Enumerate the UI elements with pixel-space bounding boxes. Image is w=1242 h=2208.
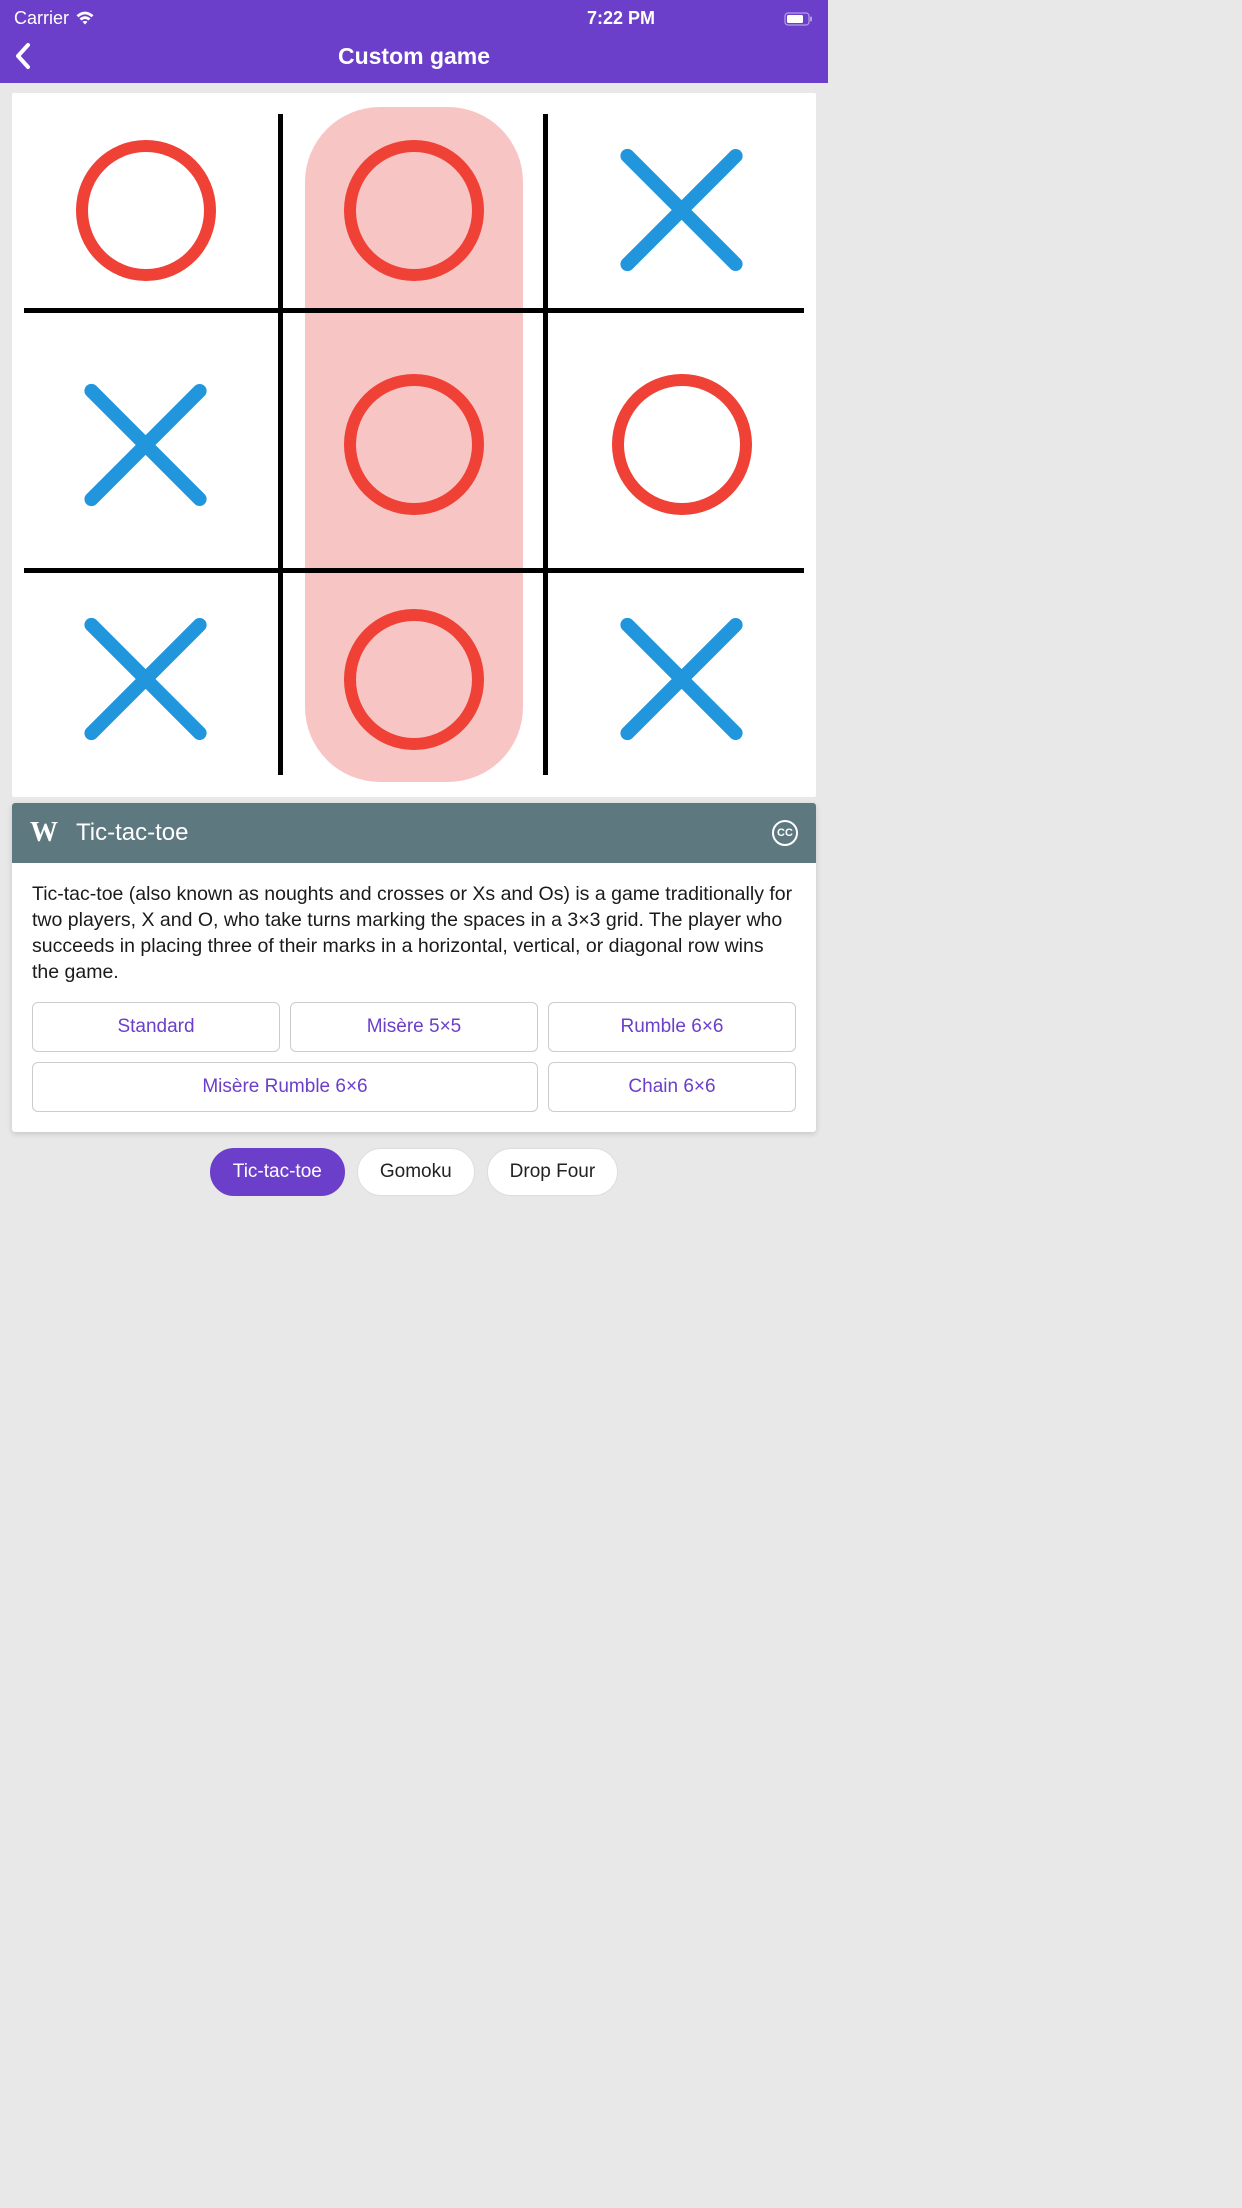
info-header: W Tic-tac-toe CC bbox=[12, 803, 816, 863]
page-title: Custom game bbox=[338, 43, 490, 70]
nav-bar: Custom game bbox=[0, 33, 828, 83]
mark-o-icon bbox=[76, 140, 215, 281]
variant-grid: Standard Misère 5×5 Rumble 6×6 Misère Ru… bbox=[32, 1002, 796, 1112]
variant-misere-5x5[interactable]: Misère 5×5 bbox=[290, 1002, 538, 1052]
cell-1-1[interactable] bbox=[280, 328, 548, 563]
cell-2-0[interactable] bbox=[12, 562, 280, 797]
mark-x-icon bbox=[76, 374, 215, 515]
back-button[interactable] bbox=[14, 41, 44, 71]
cell-0-0[interactable] bbox=[12, 93, 280, 328]
game-type-tabs: Tic-tac-toe Gomoku Drop Four bbox=[12, 1132, 816, 1212]
mark-x-icon bbox=[612, 609, 751, 750]
wikipedia-icon: W bbox=[30, 817, 58, 849]
mark-o-icon bbox=[344, 140, 483, 281]
info-description: Tic-tac-toe (also known as noughts and c… bbox=[32, 881, 796, 986]
carrier-label: Carrier bbox=[14, 8, 69, 29]
variant-chain-6x6[interactable]: Chain 6×6 bbox=[548, 1062, 796, 1112]
battery-icon bbox=[784, 12, 814, 26]
variant-misere-rumble-6x6[interactable]: Misère Rumble 6×6 bbox=[32, 1062, 538, 1112]
mark-o-icon bbox=[344, 374, 483, 515]
cell-1-2[interactable] bbox=[548, 328, 816, 563]
cell-1-0[interactable] bbox=[12, 328, 280, 563]
tab-gomoku[interactable]: Gomoku bbox=[357, 1148, 475, 1196]
variant-standard[interactable]: Standard bbox=[32, 1002, 280, 1052]
mark-x-icon bbox=[76, 609, 215, 750]
info-card: W Tic-tac-toe CC Tic-tac-toe (also known… bbox=[12, 803, 816, 1132]
tab-tic-tac-toe[interactable]: Tic-tac-toe bbox=[210, 1148, 345, 1196]
game-board bbox=[12, 93, 816, 797]
status-time: 7:22 PM bbox=[587, 8, 655, 29]
mark-o-icon bbox=[344, 609, 483, 750]
tab-drop-four[interactable]: Drop Four bbox=[487, 1148, 619, 1196]
status-bar: Carrier 7:22 PM bbox=[0, 0, 828, 33]
info-title: Tic-tac-toe bbox=[76, 819, 754, 847]
cc-license-icon[interactable]: CC bbox=[772, 820, 798, 846]
cell-0-2[interactable] bbox=[548, 93, 816, 328]
mark-x-icon bbox=[612, 140, 751, 281]
variant-rumble-6x6[interactable]: Rumble 6×6 bbox=[548, 1002, 796, 1052]
cell-2-1[interactable] bbox=[280, 562, 548, 797]
cell-0-1[interactable] bbox=[280, 93, 548, 328]
cell-2-2[interactable] bbox=[548, 562, 816, 797]
wifi-icon bbox=[75, 11, 95, 26]
mark-o-icon bbox=[612, 374, 751, 515]
